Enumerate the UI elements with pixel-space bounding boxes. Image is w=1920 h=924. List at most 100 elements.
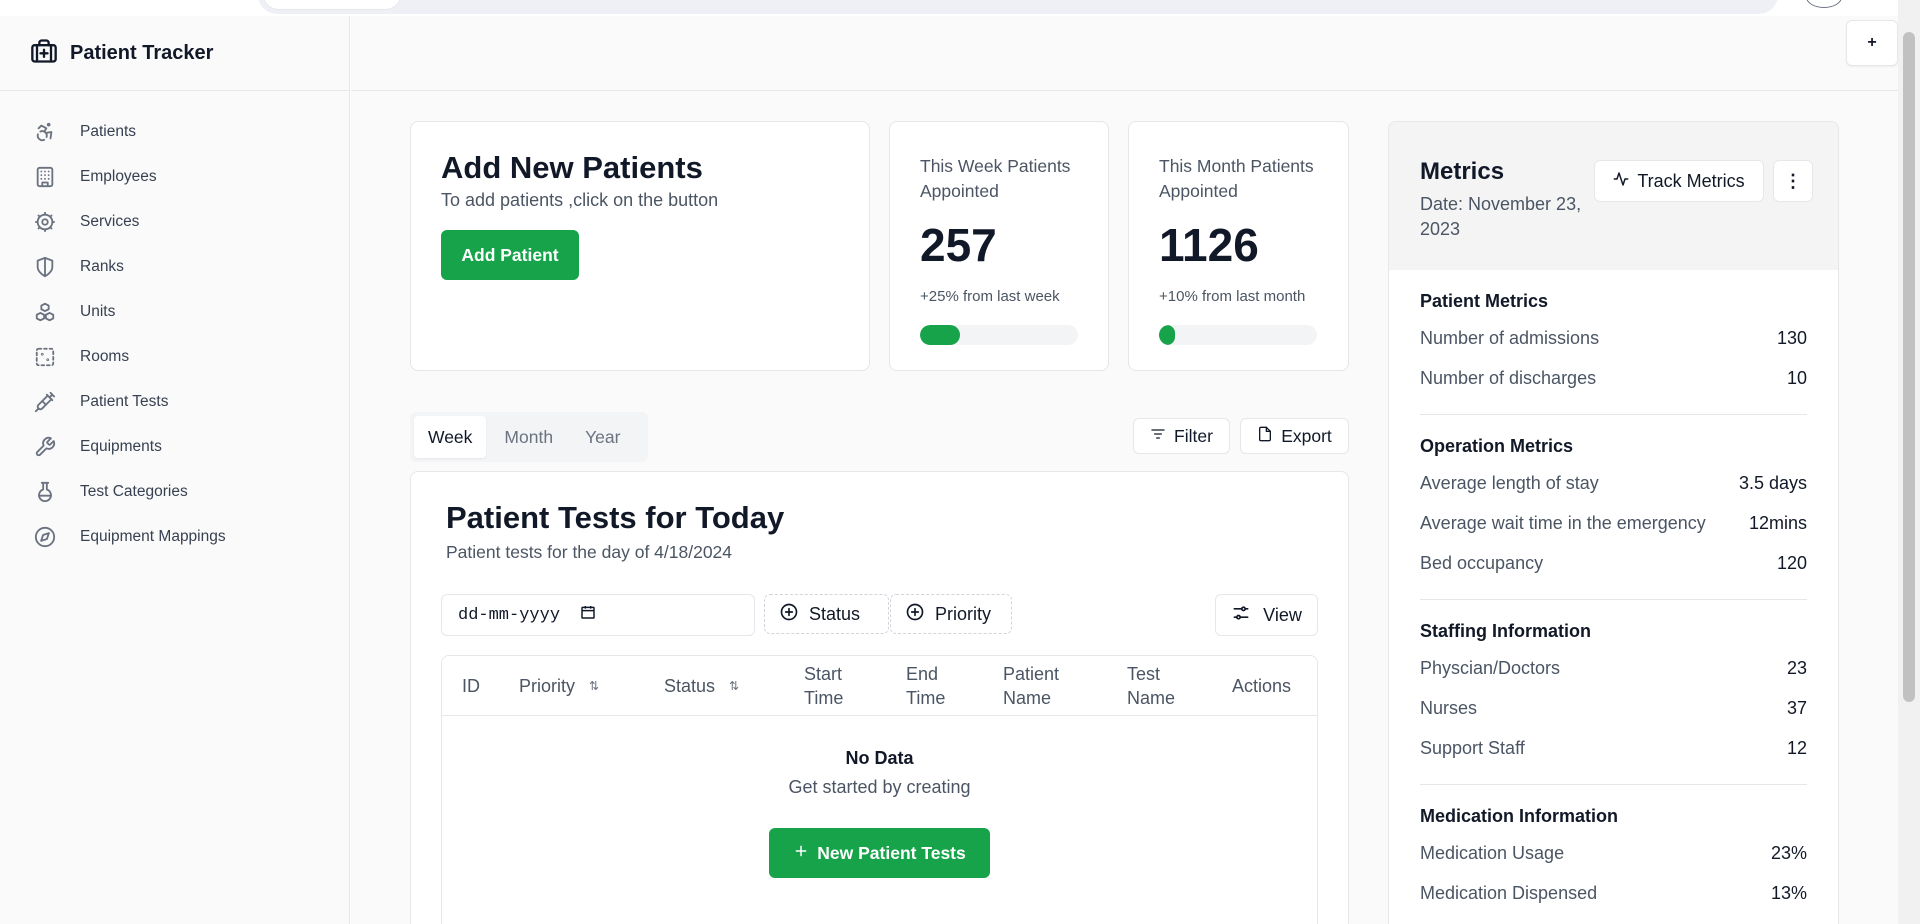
date-placeholder: dd-mm-yyyy (458, 605, 561, 625)
metric-label: Medication Usage (1420, 842, 1565, 863)
month-stat-label: This Month Patients Appointed (1159, 156, 1314, 201)
export-label: Export (1281, 425, 1332, 446)
metric-value: 12mins (1748, 512, 1807, 533)
new-patient-tests-button[interactable]: New Patient Tests (769, 828, 990, 878)
metric-label: Bed occupancy (1420, 552, 1544, 573)
address-bar-chip[interactable] (262, 0, 402, 10)
sidebar-item-rooms[interactable]: Rooms (0, 334, 349, 379)
sidebar-nav: Patients Employees Services Ranks Units (0, 91, 349, 559)
column-label: Test Name (1127, 664, 1176, 708)
metric-label: Average length of stay (1420, 472, 1599, 493)
sidebar-item-equipments[interactable]: Equipments (0, 424, 349, 469)
app-title: Patient Tracker (70, 41, 214, 64)
filter-icon (1150, 426, 1166, 447)
page-scrollbar-thumb[interactable] (1903, 32, 1915, 702)
column-header-patient-name: Patient Name (1003, 656, 1083, 716)
activity-icon (1613, 171, 1629, 192)
column-header-actions: Actions (1232, 656, 1291, 716)
sidebar-item-equipment-mappings[interactable]: Equipment Mappings (0, 514, 349, 559)
metric-label: Support Staff (1420, 737, 1525, 758)
column-header-id[interactable]: ID (462, 656, 480, 716)
sidebar-item-ranks[interactable]: Ranks (0, 244, 349, 289)
export-button[interactable]: Export (1240, 418, 1349, 454)
metrics-section: Patient Metrics Number of admissions 130 … (1420, 291, 1807, 415)
accessibility-icon (32, 119, 58, 145)
week-stat-card: This Week Patients Appointed 257 +25% fr… (889, 121, 1109, 371)
profile-avatar[interactable] (1806, 0, 1842, 8)
sidebar-item-label: Patient Tests (80, 392, 169, 410)
date-input[interactable]: dd-mm-yyyy (441, 594, 755, 636)
more-options-button[interactable]: ⋮ (1773, 160, 1813, 202)
status-filter-button[interactable]: Status (764, 594, 889, 634)
metric-row: Bed occupancy 120 (1420, 543, 1807, 583)
sidebar-item-patient-tests[interactable]: Patient Tests (0, 379, 349, 424)
metric-row: Average wait time in the emergency 12mins (1420, 503, 1807, 543)
metrics-section-title: Operation Metrics (1420, 436, 1574, 456)
add-patients-card: Add New Patients To add patients ,click … (410, 121, 870, 371)
metric-row: Physcian/Doctors 23 (1420, 648, 1807, 688)
patient-tests-subtitle: Patient tests for the day of 4/18/2024 (446, 542, 733, 562)
sort-icon[interactable]: ⇅ (729, 674, 739, 698)
sliders-icon (1231, 603, 1251, 628)
sidebar-item-patients[interactable]: Patients (0, 109, 349, 154)
main-header (351, 16, 1898, 91)
medical-bag-icon (30, 37, 58, 70)
column-label: Patient Name (1003, 664, 1060, 708)
plus-circle-icon (779, 602, 799, 627)
view-label: View (1263, 604, 1302, 625)
column-header-priority[interactable]: Priority ⇅ (519, 656, 599, 716)
sidebar-item-label: Rooms (80, 347, 130, 365)
metrics-section: Staffing Information Physcian/Doctors 23 … (1420, 621, 1807, 785)
sidebar-item-units[interactable]: Units (0, 289, 349, 334)
tab-week[interactable]: Week (414, 416, 487, 458)
period-tabs: Week Month Year (410, 412, 648, 462)
add-button[interactable]: + (1846, 20, 1898, 66)
column-header-end-time: End Time (906, 656, 966, 716)
cog-icon (32, 209, 58, 235)
patient-tests-table: ID Priority ⇅ Status ⇅ Start Time End Time… (441, 655, 1318, 924)
metric-label: Medication Dispensed (1420, 882, 1598, 903)
metric-row: Nurses 37 (1420, 688, 1807, 728)
empty-state-subtitle: Get started by creating (788, 777, 971, 797)
filter-label: Filter (1174, 425, 1213, 446)
tab-month[interactable]: Month (490, 416, 567, 458)
sidebar-item-test-categories[interactable]: Test Categories (0, 469, 349, 514)
syringe-icon (32, 389, 58, 415)
metric-label: Nurses (1420, 697, 1478, 718)
month-stat-card: This Month Patients Appointed 1126 +10% … (1128, 121, 1349, 371)
metric-label: Number of discharges (1420, 367, 1597, 388)
brand[interactable]: Patient Tracker (0, 16, 349, 91)
metric-row: Medication Dispensed 13% (1420, 873, 1807, 913)
file-icon (1257, 426, 1273, 447)
sidebar-item-label: Patients (80, 122, 137, 140)
week-progress-bar (920, 325, 1078, 345)
sidebar-item-label: Test Categories (80, 482, 188, 500)
view-options-button[interactable]: View (1215, 594, 1318, 636)
sidebar-item-employees[interactable]: Employees (0, 154, 349, 199)
calendar-icon[interactable] (580, 604, 596, 626)
metric-value: 37 (1786, 697, 1807, 718)
metric-label: Physcian/Doctors (1420, 657, 1561, 678)
week-stat-change: +25% from last week (920, 288, 1060, 305)
sort-icon[interactable]: ⇅ (589, 674, 599, 698)
column-header-test-name: Test Name (1127, 656, 1187, 716)
add-patient-button[interactable]: Add Patient (441, 230, 579, 280)
column-header-status[interactable]: Status ⇅ (664, 656, 739, 716)
week-stat-label: This Week Patients Appointed (920, 156, 1071, 201)
address-bar[interactable] (258, 0, 1778, 14)
metrics-section-title: Medication Information (1420, 806, 1618, 826)
empty-state: No Data Get started by creating New Pati… (442, 748, 1317, 878)
filter-button[interactable]: Filter (1133, 418, 1230, 454)
metric-label: Number of admissions (1420, 327, 1600, 348)
priority-filter-button[interactable]: Priority (890, 594, 1012, 634)
month-stat-change: +10% from last month (1159, 288, 1306, 305)
week-stat-value: 257 (920, 219, 997, 271)
add-patients-title: Add New Patients (441, 150, 703, 185)
sidebar-item-services[interactable]: Services (0, 199, 349, 244)
sidebar-item-label: Units (80, 302, 116, 320)
tab-year[interactable]: Year (571, 416, 634, 458)
month-stat-value: 1126 (1159, 219, 1259, 271)
sidebar-item-label: Ranks (80, 257, 124, 275)
track-metrics-button[interactable]: Track Metrics (1594, 160, 1764, 202)
sidebar: Patient Tracker Patients Employees Servi… (0, 16, 350, 924)
